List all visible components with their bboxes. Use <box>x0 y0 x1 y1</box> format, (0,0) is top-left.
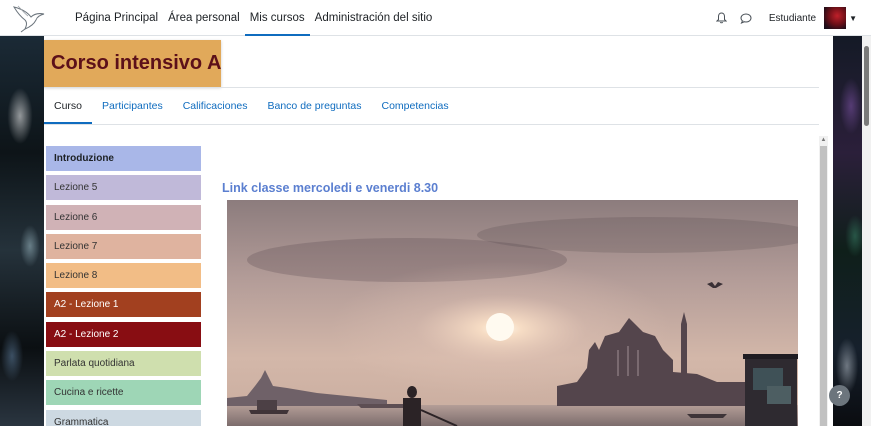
avatar[interactable] <box>824 7 847 29</box>
section-index-item[interactable]: Cucina e ricette <box>46 380 201 406</box>
hummingbird-logo-icon[interactable] <box>12 3 46 33</box>
left-background-image <box>0 36 44 426</box>
section-index-item[interactable]: A2 - Lezione 2 <box>46 321 201 347</box>
user-name[interactable]: Estudiante <box>769 13 816 24</box>
nav-link-site-admin[interactable]: Administración del sitio <box>310 0 438 36</box>
nav-link-my-courses[interactable]: Mis cursos <box>244 0 310 36</box>
content-scrollbar[interactable]: ▲ <box>819 136 828 426</box>
primary-navigation: Página Principal Área personal Mis curso… <box>70 0 437 36</box>
course-tabs: Curso Participantes Calificaciones Banco… <box>44 88 819 125</box>
tab-competencies[interactable]: Competencias <box>372 88 459 124</box>
tab-grades[interactable]: Calificaciones <box>173 88 258 124</box>
scroll-up-arrow-icon[interactable]: ▲ <box>819 136 828 145</box>
scrollbar-thumb[interactable] <box>820 146 827 426</box>
chat-bubble-icon[interactable] <box>739 11 753 25</box>
bell-icon[interactable] <box>715 11 729 25</box>
chevron-down-icon[interactable]: ▼ <box>849 14 857 23</box>
tab-question-bank[interactable]: Banco de preguntas <box>258 88 372 124</box>
section-index-item[interactable]: Lezione 8 <box>46 263 201 289</box>
section-heading-link[interactable]: Link classe mercoledi e venerdi 8.30 <box>222 181 438 195</box>
section-index-item[interactable]: Grammatica <box>46 409 201 426</box>
tab-course[interactable]: Curso <box>44 88 93 124</box>
section-index-item[interactable]: Lezione 5 <box>46 175 201 201</box>
course-page: Corso intensivo A Curso Participantes Ca… <box>44 36 833 426</box>
section-index-item[interactable]: Lezione 6 <box>46 204 201 230</box>
help-button[interactable]: ? <box>829 385 850 406</box>
page-scrollbar[interactable] <box>862 36 871 426</box>
user-navigation: Estudiante ▼ <box>715 0 857 36</box>
nav-link-home[interactable]: Página Principal <box>70 0 163 36</box>
page-title: Corso intensivo A <box>44 40 221 87</box>
venice-sunset-image <box>227 200 798 426</box>
tab-participants[interactable]: Participantes <box>92 88 173 124</box>
section-index-item[interactable]: Parlata quotidiana <box>46 351 201 377</box>
section-index-item[interactable]: Introduzione <box>46 146 201 171</box>
section-index-item[interactable]: Lezione 7 <box>46 233 201 259</box>
section-index-item[interactable]: A2 - Lezione 1 <box>46 292 201 318</box>
page-scrollbar-thumb[interactable] <box>864 46 869 126</box>
nav-link-dashboard[interactable]: Área personal <box>163 0 245 36</box>
top-navbar: Página Principal Área personal Mis curso… <box>0 0 871 36</box>
section-index: Introduzione Lezione 5 Lezione 6 Lezione 7 L… <box>46 146 201 426</box>
